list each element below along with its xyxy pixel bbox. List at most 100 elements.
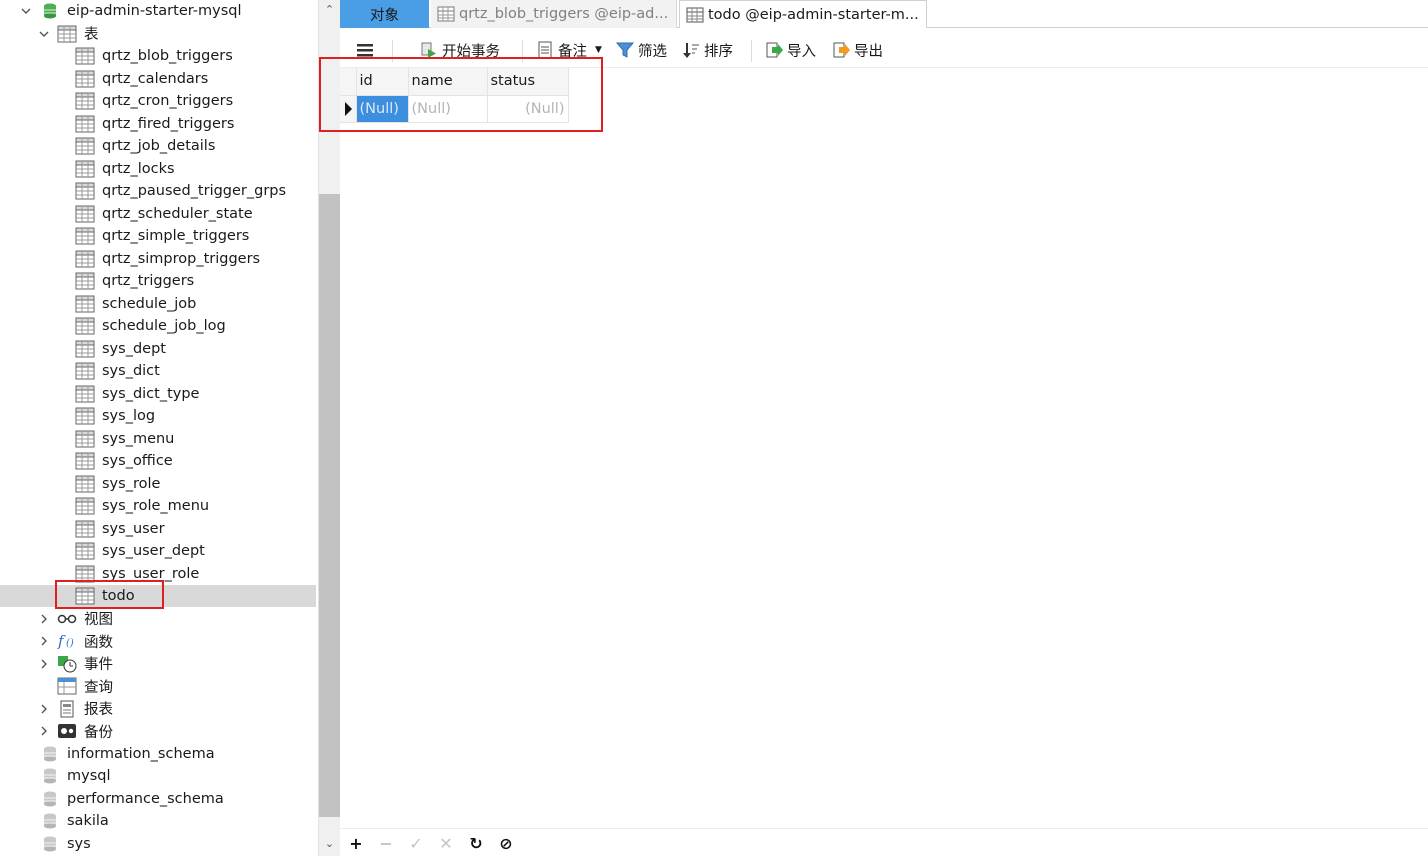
tree-database-item[interactable]: mysql	[0, 765, 316, 787]
chevron-right-icon[interactable]	[37, 612, 51, 626]
tree-table-item[interactable]: sys_dept	[0, 338, 316, 360]
tree-table-item[interactable]: todo	[0, 585, 316, 607]
note-button[interactable]: 备注 ▼	[536, 38, 602, 62]
backup-icon	[57, 722, 77, 740]
chevron-right-icon[interactable]	[37, 724, 51, 738]
tree-db-root[interactable]: eip-admin-starter-mysql	[0, 0, 316, 22]
scroll-up-arrow-icon[interactable]: ⌃	[319, 0, 340, 18]
cell-status[interactable]: (Null)	[487, 95, 569, 123]
import-button[interactable]: 导入	[765, 38, 816, 62]
tree-table-item[interactable]: sys_user	[0, 518, 316, 540]
current-row-marker[interactable]	[340, 95, 357, 123]
chevron-down-icon[interactable]	[19, 4, 33, 18]
tree-table-item[interactable]: qrtz_triggers	[0, 270, 316, 292]
tree-item-label: eip-admin-starter-mysql	[67, 3, 242, 19]
chevron-right-icon[interactable]	[37, 634, 51, 648]
apply-changes-icon[interactable]: ✓	[408, 834, 424, 853]
tree-table-item[interactable]: qrtz_fired_triggers	[0, 113, 316, 135]
column-header-id[interactable]: id	[356, 68, 409, 96]
scroll-down-arrow-icon[interactable]: ⌄	[319, 834, 340, 852]
tree-group-item[interactable]: 报表	[0, 698, 316, 720]
tree-group-item[interactable]: 视图	[0, 608, 316, 630]
refresh-icon[interactable]: ↻	[468, 834, 484, 853]
query-icon	[57, 677, 77, 695]
tree-table-item[interactable]: sys_role	[0, 473, 316, 495]
view-glasses-icon	[57, 610, 77, 628]
cell-id[interactable]: (Null)	[356, 95, 409, 123]
chevron-right-icon[interactable]	[37, 657, 51, 671]
tree-table-item[interactable]: qrtz_calendars	[0, 68, 316, 90]
tree-table-item[interactable]: qrtz_scheduler_state	[0, 203, 316, 225]
tree-database-item[interactable]: sys	[0, 833, 316, 855]
tab-objects[interactable]: 对象	[340, 0, 429, 28]
tree-item-label: sys_user_role	[102, 565, 200, 582]
stop-icon[interactable]: ⊘	[498, 834, 514, 853]
tree-table-item[interactable]: qrtz_simprop_triggers	[0, 248, 316, 270]
note-dropdown-icon[interactable]: ▼	[595, 45, 602, 55]
tree-group-item[interactable]: 事件	[0, 653, 316, 675]
tree-item-label: schedule_job_log	[102, 318, 226, 334]
tree-table-item[interactable]: qrtz_blob_triggers	[0, 45, 316, 67]
tree-table-item[interactable]: sys_dict	[0, 360, 316, 382]
note-document-icon	[538, 41, 552, 59]
begin-transaction-label: 开始事务	[442, 43, 500, 60]
tree-item-label: qrtz_fired_triggers	[102, 115, 235, 132]
chevron-down-icon[interactable]	[37, 27, 51, 41]
column-header-status[interactable]: status	[487, 68, 569, 96]
tree-database-item[interactable]: information_schema	[0, 743, 316, 765]
tree-item-label: 视图	[84, 612, 113, 628]
export-button[interactable]: 导出	[832, 38, 883, 62]
tab-qrtz-blob-triggers[interactable]: qrtz_blob_triggers @eip-ad...	[431, 0, 677, 28]
tree-table-item[interactable]: sys_office	[0, 450, 316, 472]
delete-record-icon[interactable]: −	[378, 834, 394, 853]
table-icon	[75, 452, 95, 470]
filter-button[interactable]: 筛选	[616, 38, 667, 62]
tree-group-tables[interactable]: 表	[0, 23, 316, 45]
tree-table-item[interactable]: sys_user_dept	[0, 540, 316, 562]
table-icon	[75, 565, 95, 583]
tree-item-label: qrtz_simprop_triggers	[102, 250, 261, 267]
tree-group-item[interactable]: f() 函数	[0, 630, 316, 652]
table-icon	[75, 475, 95, 493]
tree-group-item[interactable]: 备份	[0, 720, 316, 742]
tree-table-item[interactable]: sys_role_menu	[0, 495, 316, 517]
table-icon	[686, 7, 704, 22]
begin-transaction-icon	[421, 42, 436, 58]
tree-table-item[interactable]: qrtz_locks	[0, 158, 316, 180]
add-record-icon[interactable]: +	[348, 834, 364, 853]
column-header-name[interactable]: name	[408, 68, 488, 96]
tree-item-label: 备份	[84, 724, 113, 741]
tree-table-item[interactable]: qrtz_paused_trigger_grps	[0, 180, 316, 202]
row-header-corner	[340, 68, 357, 96]
tree-database-item[interactable]: performance_schema	[0, 788, 316, 810]
table-icon	[75, 340, 95, 358]
menu-button[interactable]	[356, 38, 378, 62]
scrollbar-thumb[interactable]	[319, 194, 340, 817]
discard-changes-icon[interactable]: ✕	[438, 834, 454, 853]
table-icon	[75, 407, 95, 425]
begin-transaction-button[interactable]: 开始事务	[420, 38, 500, 62]
tree-table-item[interactable]: sys_log	[0, 405, 316, 427]
tree-table-item[interactable]: sys_menu	[0, 428, 316, 450]
tree-table-item[interactable]: qrtz_simple_triggers	[0, 225, 316, 247]
sort-label: 排序	[704, 43, 733, 60]
tree-database-item[interactable]: sakila	[0, 810, 316, 832]
tree-group-item[interactable]: 查询	[0, 675, 316, 697]
chevron-right-icon[interactable]	[37, 702, 51, 716]
tree-table-item[interactable]: qrtz_cron_triggers	[0, 90, 316, 112]
tree-item-label: 表	[84, 27, 99, 43]
sort-button[interactable]: 排序	[682, 38, 733, 62]
tree-scrollbar[interactable]: ⌃ ⌄	[318, 0, 340, 856]
tree-item-label: sys_user	[102, 520, 165, 537]
database-icon	[40, 835, 60, 853]
tree-table-item[interactable]: sys_dict_type	[0, 383, 316, 405]
tree-table-item[interactable]: qrtz_job_details	[0, 135, 316, 157]
cell-name[interactable]: (Null)	[408, 95, 488, 123]
tree-table-item[interactable]: schedule_job	[0, 293, 316, 315]
tree-item-label: sys_log	[102, 408, 156, 424]
tree-item-label: 函数	[84, 634, 113, 651]
tree-table-item[interactable]: schedule_job_log	[0, 315, 316, 337]
tab-todo[interactable]: todo @eip-admin-starter-m...	[679, 0, 927, 28]
tree-table-item[interactable]: sys_user_role	[0, 563, 316, 585]
table-row[interactable]: (Null) (Null) (Null)	[340, 95, 569, 123]
